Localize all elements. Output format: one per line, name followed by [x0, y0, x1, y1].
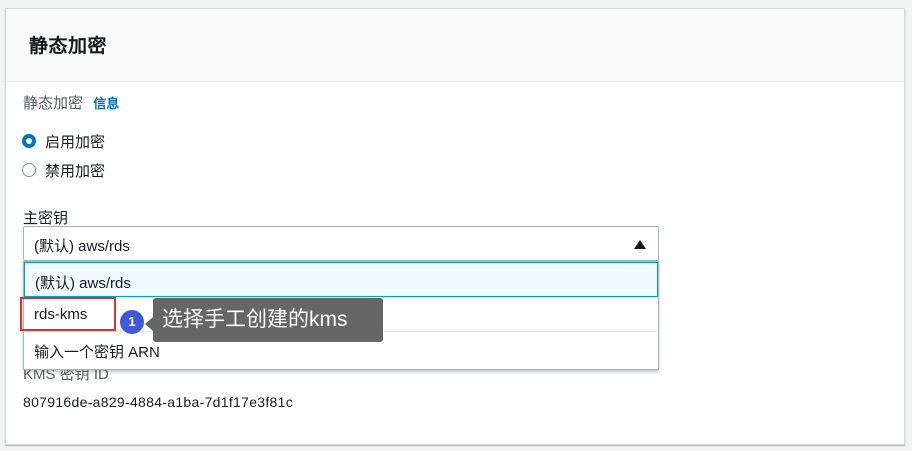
encryption-label: 静态加密: [23, 95, 84, 112]
master-key-label: 主密钥: [23, 210, 69, 227]
kms-key-id-label: KMS 密钥 ID: [23, 370, 109, 382]
option-label: 输入一个密钥 ARN: [34, 344, 160, 361]
encryption-field-label: 静态加密 信息: [23, 92, 119, 113]
radio-disable-encryption[interactable]: 禁用加密: [22, 159, 105, 181]
radio-enable-label: 启用加密: [45, 133, 106, 151]
tooltip-arrow-icon: [145, 317, 153, 331]
info-link[interactable]: 信息: [93, 96, 119, 111]
radio-checked-icon: [22, 134, 36, 148]
radio-disable-label: 禁用加密: [45, 162, 106, 180]
radio-enable-encryption[interactable]: 启用加密: [22, 130, 105, 152]
panel-title: 静态加密: [29, 36, 108, 57]
option-label: (默认) aws/rds: [35, 275, 131, 292]
select-current-value: (默认) aws/rds: [34, 238, 130, 255]
annotation-highlight-box: [20, 297, 116, 331]
dropdown-option-default[interactable]: (默认) aws/rds: [24, 262, 658, 297]
panel-header: 静态加密: [6, 9, 904, 82]
radio-unchecked-icon: [22, 163, 36, 177]
annotation-tooltip: 选择手工创建的kms: [153, 298, 383, 342]
kms-key-id-value: 807916de-a829-4884-a1ba-7d1f17e3f81c: [23, 394, 294, 410]
step-number-badge: 1: [120, 310, 144, 334]
caret-up-icon: [634, 240, 646, 249]
master-key-select[interactable]: (默认) aws/rds: [23, 226, 659, 261]
